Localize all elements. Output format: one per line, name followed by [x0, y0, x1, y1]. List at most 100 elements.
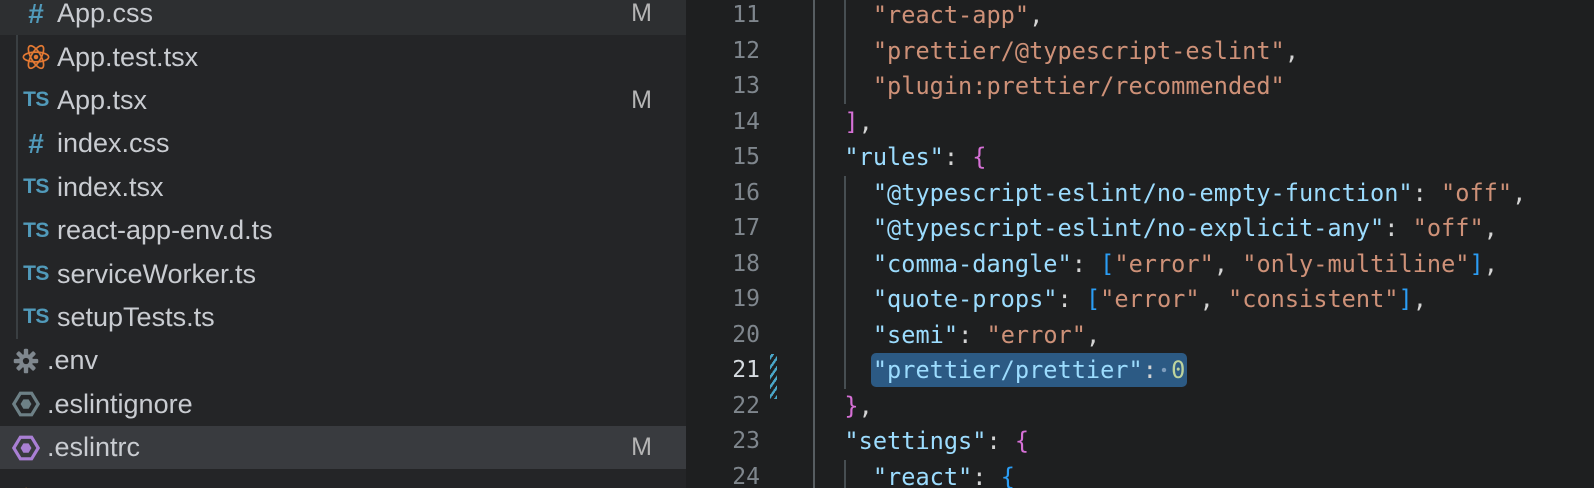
- code-line-13[interactable]: "plugin:prettier/recommended": [816, 69, 1285, 105]
- file-label: .env: [47, 345, 640, 376]
- code-line-11[interactable]: "react-app",: [816, 0, 1043, 34]
- line-number[interactable]: 24: [686, 460, 760, 488]
- file-label: serviceWorker.ts: [57, 259, 640, 290]
- line-number[interactable]: 13: [686, 69, 760, 105]
- code-token: [816, 427, 844, 455]
- code-token: [816, 143, 844, 171]
- code-token: }: [844, 392, 858, 420]
- code-line-12[interactable]: "prettier/@typescript-eslint",: [816, 34, 1299, 70]
- vscode-window: #App.cssMApp.test.tsxTSApp.tsxM#index.cs…: [0, 0, 1594, 488]
- code-token: ,: [1214, 250, 1228, 278]
- code-line-22[interactable]: },: [816, 389, 873, 425]
- code-token: {: [1015, 427, 1029, 455]
- code-line-23[interactable]: "settings": {: [816, 424, 1029, 460]
- code-token: [1001, 427, 1015, 455]
- code-token: [816, 72, 873, 100]
- code-token: ,: [1484, 250, 1498, 278]
- code-line-16[interactable]: "@typescript-eslint/no-empty-function": …: [816, 176, 1526, 212]
- code-token: "settings": [844, 427, 986, 455]
- code-token: [1214, 285, 1228, 313]
- code-token: {: [972, 143, 986, 171]
- code-editor[interactable]: 1112131415161718192021222324 "react-app"…: [686, 0, 1594, 488]
- code-token: "off": [1441, 179, 1512, 207]
- code-line-17[interactable]: "@typescript-eslint/no-explicit-any": "o…: [816, 211, 1498, 247]
- line-number[interactable]: 16: [686, 176, 760, 212]
- file-item-index-tsx[interactable]: TSindex.tsx: [0, 166, 686, 209]
- line-number[interactable]: 23: [686, 424, 760, 460]
- file-item--eslintrc[interactable]: .eslintrcM: [0, 426, 686, 469]
- line-number[interactable]: 15: [686, 140, 760, 176]
- code-line-19[interactable]: "quote-props": ["error", "consistent"],: [816, 282, 1427, 318]
- code-line-18[interactable]: "comma-dangle": ["error", "only-multilin…: [816, 247, 1498, 283]
- file-label: index.css: [57, 128, 640, 159]
- css-icon: #: [21, 0, 51, 30]
- file-label: setupTests.ts: [57, 302, 640, 333]
- file-item-app-css[interactable]: #App.cssM: [0, 0, 686, 35]
- code-token: ,: [1413, 285, 1427, 313]
- line-number[interactable]: 20: [686, 318, 760, 354]
- code-line-15[interactable]: "rules": {: [816, 140, 987, 176]
- code-token: 0: [1171, 356, 1185, 384]
- typescript-icon: TS: [21, 84, 51, 116]
- typescript-icon: TS: [21, 215, 51, 247]
- bracket-pair-guide: [813, 0, 815, 488]
- file-item--env[interactable]: .env: [0, 339, 686, 382]
- code-token: "error": [1114, 250, 1213, 278]
- line-number[interactable]: 22: [686, 389, 760, 425]
- code-line-20[interactable]: "semi": "error",: [816, 318, 1100, 354]
- code-token: "off": [1413, 214, 1484, 242]
- code-token: [: [1086, 285, 1100, 313]
- code-token: [1086, 250, 1100, 278]
- file-item-react-app-env-d-ts[interactable]: TSreact-app-env.d.ts: [0, 209, 686, 252]
- code-token: ,: [1512, 179, 1526, 207]
- code-token: ,: [859, 108, 873, 136]
- file-item-setuptests-ts[interactable]: TSsetupTests.ts: [0, 296, 686, 339]
- line-number[interactable]: 14: [686, 105, 760, 141]
- file-item-index-css[interactable]: #index.css: [0, 122, 686, 165]
- code-token: "prettier/prettier": [873, 356, 1143, 384]
- file-item[interactable]: [0, 469, 686, 488]
- file-label: App.tsx: [57, 85, 619, 116]
- file-item-app-tsx[interactable]: TSApp.tsxM: [0, 79, 686, 122]
- code-token: [816, 463, 873, 488]
- flame-icon: [11, 475, 41, 488]
- eslint-icon: [11, 432, 41, 464]
- code-token: "only-multiline": [1242, 250, 1469, 278]
- file-label: index.tsx: [57, 172, 640, 203]
- code-token: "comma-dangle": [873, 250, 1072, 278]
- code-token: ]: [1399, 285, 1413, 313]
- line-number[interactable]: 19: [686, 282, 760, 318]
- code-line-21[interactable]: "prettier/prettier": 0: [816, 353, 1185, 389]
- file-label: App.test.tsx: [57, 42, 640, 73]
- line-number[interactable]: 11: [686, 0, 760, 34]
- css-icon: #: [21, 128, 51, 160]
- file-item-serviceworker-ts[interactable]: TSserviceWorker.ts: [0, 252, 686, 295]
- code-token: "rules": [844, 143, 943, 171]
- code-line-14[interactable]: ],: [816, 105, 873, 141]
- code-token: "error": [987, 321, 1086, 349]
- react-icon: [21, 41, 51, 73]
- eslint-icon: [11, 388, 41, 420]
- explorer-sidebar: #App.cssMApp.test.tsxTSApp.tsxM#index.cs…: [0, 0, 686, 488]
- file-label: .eslintignore: [47, 389, 640, 420]
- file-list: #App.cssMApp.test.tsxTSApp.tsxM#index.cs…: [0, 0, 686, 488]
- file-label: react-app-env.d.ts: [57, 215, 640, 246]
- code-line-24[interactable]: "react": {: [816, 460, 1015, 488]
- typescript-icon: TS: [21, 258, 51, 290]
- code-token: "semi": [873, 321, 958, 349]
- code-token: "react": [873, 463, 972, 488]
- line-number[interactable]: 17: [686, 211, 760, 247]
- code-token: [816, 321, 873, 349]
- code-token: "react-app": [873, 1, 1029, 29]
- code-token: :: [944, 143, 958, 171]
- line-number[interactable]: 18: [686, 247, 760, 283]
- file-item-app-test-tsx[interactable]: App.test.tsx: [0, 35, 686, 78]
- file-item--eslintignore[interactable]: .eslintignore: [0, 383, 686, 426]
- line-number[interactable]: 12: [686, 34, 760, 70]
- line-number[interactable]: 21: [686, 353, 760, 389]
- code-token: [972, 321, 986, 349]
- code-token: :: [972, 463, 986, 488]
- code-token: [816, 108, 844, 136]
- text-selection: "prettier/prettier": 0: [871, 353, 1188, 387]
- code-token: [1072, 285, 1086, 313]
